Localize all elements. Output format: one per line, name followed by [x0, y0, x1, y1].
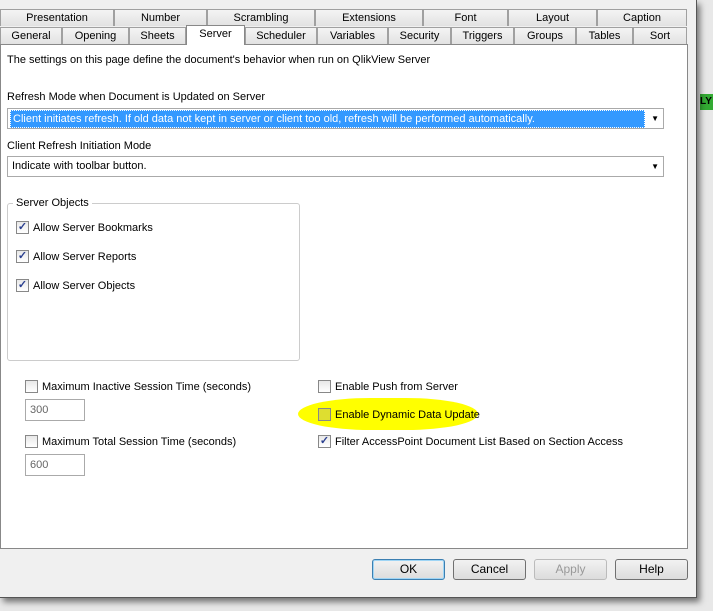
checkbox-label: Maximum Inactive Session Time (seconds) [42, 380, 252, 393]
cancel-button[interactable]: Cancel [453, 559, 526, 580]
tab-groups[interactable]: Groups [514, 27, 576, 44]
refresh-mode-label: Refresh Mode when Document is Updated on… [7, 91, 266, 103]
apply-button[interactable]: Apply [534, 559, 607, 580]
checkbox-unchecked-icon [25, 380, 38, 393]
checkbox-unchecked-icon [25, 435, 38, 448]
allow-server-bookmarks-checkbox[interactable]: ✓ Allow Server Bookmarks [16, 221, 153, 234]
tab-general[interactable]: General [0, 27, 62, 44]
checkbox-checked-icon: ✓ [16, 250, 29, 263]
tab-tables[interactable]: Tables [576, 27, 633, 44]
tab-extensions[interactable]: Extensions [315, 9, 423, 26]
ok-button[interactable]: OK [372, 559, 445, 580]
checkbox-label: Allow Server Reports [33, 250, 137, 263]
refresh-mode-value: Client initiates refresh. If old data no… [10, 110, 645, 128]
chevron-down-icon: ▼ [651, 162, 659, 171]
checkbox-label: Enable Push from Server [335, 380, 458, 393]
max-inactive-session-input[interactable]: 300 [25, 399, 85, 421]
tab-font[interactable]: Font [423, 9, 508, 26]
checkbox-checked-icon: ✓ [16, 279, 29, 292]
tab-triggers[interactable]: Triggers [451, 27, 514, 44]
allow-server-objects-checkbox[interactable]: ✓ Allow Server Objects [16, 279, 135, 292]
client-refresh-dropdown[interactable]: Indicate with toolbar button. ▼ [7, 156, 664, 177]
tab-layout[interactable]: Layout [508, 9, 597, 26]
max-inactive-session-checkbox[interactable]: Maximum Inactive Session Time (seconds) [25, 380, 251, 393]
tab-server[interactable]: Server [186, 25, 245, 45]
tab-variables[interactable]: Variables [317, 27, 388, 44]
tab-presentation[interactable]: Presentation [0, 9, 114, 26]
checkbox-label: Filter AccessPoint Document List Based o… [335, 435, 623, 448]
enable-dynamic-data-update-checkbox[interactable]: Enable Dynamic Data Update [318, 408, 480, 421]
tab-security[interactable]: Security [388, 27, 451, 44]
client-refresh-label: Client Refresh Initiation Mode [7, 140, 152, 152]
enable-push-checkbox[interactable]: Enable Push from Server [318, 380, 458, 393]
refresh-mode-dropdown[interactable]: Client initiates refresh. If old data no… [7, 108, 664, 129]
tab-sheets[interactable]: Sheets [129, 27, 186, 44]
checkbox-unchecked-icon [318, 408, 331, 421]
checkbox-label: Maximum Total Session Time (seconds) [42, 435, 237, 448]
allow-server-reports-checkbox[interactable]: ✓ Allow Server Reports [16, 250, 136, 263]
intro-text: The settings on this page define the doc… [7, 54, 431, 66]
tab-sort[interactable]: Sort [633, 27, 687, 44]
checkbox-label: Enable Dynamic Data Update [335, 408, 480, 421]
tab-scrambling[interactable]: Scrambling [207, 9, 315, 26]
max-total-session-checkbox[interactable]: Maximum Total Session Time (seconds) [25, 435, 236, 448]
max-total-session-input[interactable]: 600 [25, 454, 85, 476]
tab-opening[interactable]: Opening [62, 27, 129, 44]
tab-number[interactable]: Number [114, 9, 207, 26]
background-app-badge: LY [700, 94, 713, 110]
server-objects-title: Server Objects [13, 197, 92, 209]
chevron-down-icon: ▼ [651, 114, 659, 123]
checkbox-checked-icon: ✓ [16, 221, 29, 234]
filter-accesspoint-checkbox[interactable]: ✓ Filter AccessPoint Document List Based … [318, 435, 623, 448]
document-properties-dialog: Presentation Number Scrambling Extension… [0, 0, 697, 598]
checkbox-checked-icon: ✓ [318, 435, 331, 448]
help-button[interactable]: Help [615, 559, 688, 580]
tab-scheduler[interactable]: Scheduler [245, 27, 317, 44]
checkbox-label: Allow Server Bookmarks [33, 221, 153, 234]
client-refresh-value: Indicate with toolbar button. [12, 160, 147, 172]
checkbox-unchecked-icon [318, 380, 331, 393]
checkbox-label: Allow Server Objects [33, 279, 136, 292]
tab-caption[interactable]: Caption [597, 9, 687, 26]
